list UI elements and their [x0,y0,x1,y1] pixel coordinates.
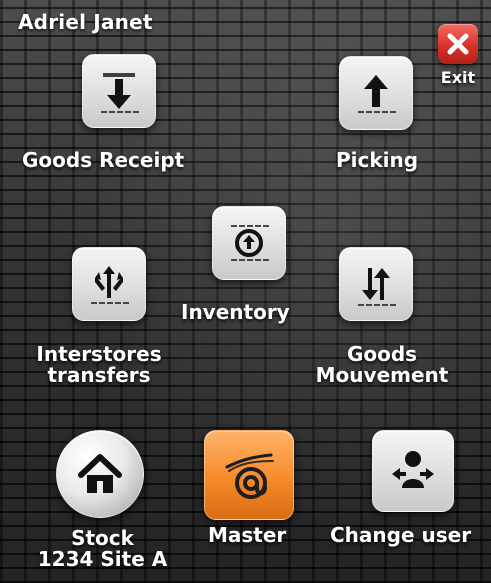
user-icon [372,430,454,512]
tile-inventory-icon[interactable] [212,206,286,280]
stock-label-line-2: 1234 Site A [37,547,168,571]
up-arrow-icon [339,56,413,130]
inventory-label[interactable]: Inventory [181,302,290,323]
tile-goods-mouvement-icon[interactable] [339,247,413,321]
at-sign-icon [204,430,294,520]
exit-button[interactable]: Exit [434,24,482,96]
branching-arrows-icon [72,247,146,321]
tile-master-icon[interactable] [204,430,294,520]
down-arrow-icon [82,54,156,128]
goods-mouvement-label-line-2: Mouvement [315,363,449,387]
target-icon [212,206,286,280]
picking-label[interactable]: Picking [336,150,418,171]
master-label[interactable]: Master [208,525,286,546]
stock-label-line-1: Stock [71,526,134,550]
tile-picking-icon[interactable] [339,56,413,130]
change-user-label[interactable]: Change user [330,525,471,546]
tile-change-user-icon[interactable] [372,430,454,512]
main-menu-screen: Adriel Janet Exit Goods Receipt Picking … [0,0,491,583]
tile-interstores-transfers-icon[interactable] [72,247,146,321]
home-icon [56,430,144,518]
tile-stock-icon[interactable] [56,430,144,518]
interstores-transfers-label-line-1: Interstores [36,342,162,366]
swap-arrows-icon [339,247,413,321]
goods-receipt-label[interactable]: Goods Receipt [22,150,184,171]
stock-label[interactable]: Stock 1234 Site A [20,528,185,570]
close-icon [438,24,478,64]
interstores-transfers-label-line-2: transfers [47,363,151,387]
current-user-name: Adriel Janet [18,10,153,34]
interstores-transfers-label[interactable]: Interstores transfers [24,344,174,386]
goods-mouvement-label-line-1: Goods [346,342,418,366]
goods-mouvement-label[interactable]: Goods Mouvement [307,344,457,386]
tile-goods-receipt-icon[interactable] [82,54,156,128]
exit-label: Exit [440,68,476,87]
